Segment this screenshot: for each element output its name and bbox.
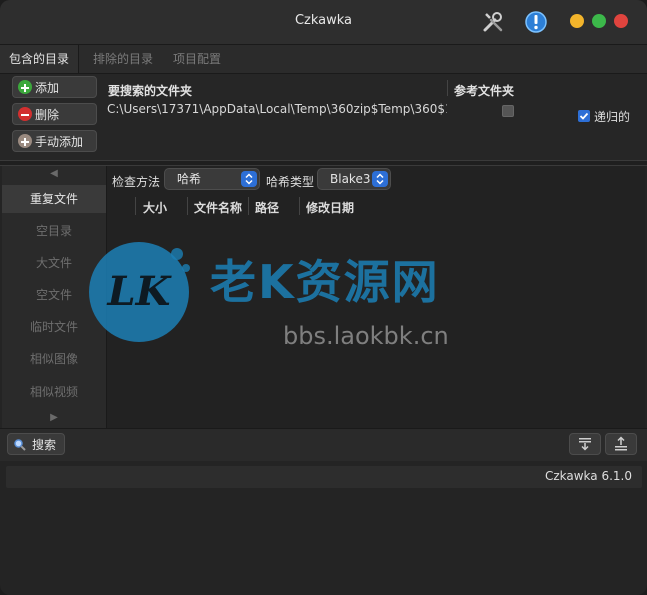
tools-icon[interactable] (481, 10, 505, 34)
title-bar: Czkawka (0, 0, 647, 45)
minus-icon (18, 107, 32, 121)
scroll-left-icon[interactable]: ◀ (2, 168, 106, 179)
hash-type-select[interactable]: Blake3 (317, 168, 391, 190)
scroll-right-icon[interactable]: ▶ (2, 412, 106, 423)
sidebar-item-empty-files[interactable]: 空文件 (2, 281, 106, 309)
manual-add-button-label: 手动添加 (35, 135, 84, 149)
remove-button-label: 删除 (35, 108, 60, 122)
plus-icon (18, 134, 32, 148)
column-size[interactable]: 大小 (143, 199, 167, 216)
bottom-toolbar: 搜索 (0, 428, 647, 461)
updown-icon (372, 171, 388, 187)
move-up-button[interactable] (605, 433, 637, 455)
tab-item-config[interactable]: 项目配置 (164, 45, 230, 73)
window-title: Czkawka (294, 13, 353, 28)
search-button[interactable]: 搜索 (7, 433, 65, 455)
hash-type-value: Blake3 (330, 172, 371, 186)
results-panel: 检查方法 哈希 哈希类型 Blake3 大小 文件名称 路径 修改日期 (107, 166, 645, 428)
add-button[interactable]: 添加 (12, 76, 97, 98)
tab-excluded-dirs[interactable]: 排除的目录 (84, 45, 162, 73)
check-method-select[interactable]: 哈希 (164, 168, 260, 190)
arrow-up-lines-icon (615, 436, 627, 451)
folder-path[interactable]: C:\Users\17371\AppData\Local\Temp\360zip… (107, 102, 447, 116)
arrow-down-lines-icon (579, 438, 591, 451)
check-method-value: 哈希 (177, 172, 202, 186)
version-label: Czkawka 6.1.0 (544, 469, 632, 483)
search-button-label: 搜索 (32, 438, 57, 452)
sidebar-item-similar-videos[interactable]: 相似视频 (2, 378, 106, 406)
sidebar-item-empty-dirs[interactable]: 空目录 (2, 217, 106, 245)
sidebar-item-temp-files[interactable]: 临时文件 (2, 313, 106, 341)
column-separator (299, 197, 300, 215)
hash-type-label: 哈希类型 (266, 175, 315, 189)
minimize-button[interactable] (570, 14, 584, 28)
column-modified-date[interactable]: 修改日期 (306, 199, 354, 216)
tab-included-dirs[interactable]: 包含的目录 (0, 45, 80, 73)
folder-column-header: 要搜索的文件夹 (108, 84, 193, 98)
column-path[interactable]: 路径 (255, 199, 279, 216)
directory-panel: 添加 删除 手动添加 要搜索的文件夹 参考文件夹 C:\Users\17371\… (0, 74, 647, 160)
status-bar: Czkawka 6.1.0 (6, 466, 642, 488)
column-separator (187, 197, 188, 215)
plus-icon (18, 80, 32, 94)
check-method-label: 检查方法 (112, 175, 161, 189)
reference-checkbox[interactable] (502, 105, 514, 117)
tab-bar: 包含的目录 排除的目录 项目配置 (0, 45, 647, 74)
maximize-button[interactable] (592, 14, 606, 28)
add-button-label: 添加 (35, 81, 60, 95)
search-icon (13, 437, 27, 451)
column-separator (447, 80, 448, 96)
check-icon (579, 112, 589, 120)
app-window: Czkawka 包含的目录 排除的目录 项目配置 添加 删除 手动添加 要搜索的… (0, 0, 647, 595)
column-file-name[interactable]: 文件名称 (194, 199, 242, 216)
remove-button[interactable]: 删除 (12, 103, 97, 125)
sidebar-item-similar-images[interactable]: 相似图像 (2, 345, 106, 373)
info-icon[interactable] (524, 10, 548, 34)
reference-column-header: 参考文件夹 (454, 84, 515, 98)
column-separator (135, 197, 136, 215)
sidebar-item-duplicate-files[interactable]: 重复文件 (2, 185, 106, 213)
recursive-checkbox[interactable] (578, 110, 590, 122)
updown-icon (241, 171, 257, 187)
close-button[interactable] (614, 14, 628, 28)
recursive-label: 递归的 (594, 110, 631, 124)
column-separator (248, 197, 249, 215)
sidebar: ◀ 重复文件 空目录 大文件 空文件 临时文件 相似图像 相似视频 ▶ (2, 166, 107, 428)
manual-add-button[interactable]: 手动添加 (12, 130, 97, 152)
move-down-button[interactable] (569, 433, 601, 455)
sidebar-item-big-files[interactable]: 大文件 (2, 249, 106, 277)
